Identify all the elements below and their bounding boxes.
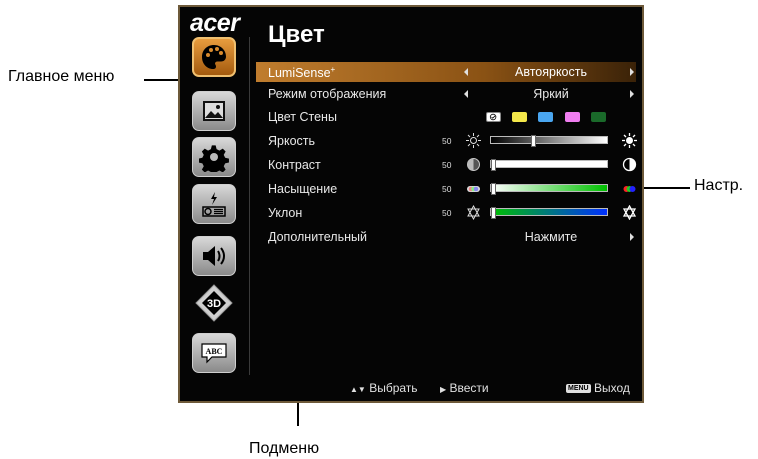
footer-enter-hint: ▶ Ввести xyxy=(440,381,489,395)
row-label: Яркость xyxy=(268,134,316,148)
footer-exit-hint: MENU Выход xyxy=(566,381,630,395)
menu-title: Цвет xyxy=(268,21,325,48)
gear-icon[interactable] xyxy=(192,137,236,177)
row-value: Автояркость xyxy=(514,65,587,79)
wall-color-swatch-white[interactable] xyxy=(486,112,501,122)
slider-knob[interactable] xyxy=(491,207,496,219)
menu-row-saturation[interactable]: Насыщение 50 xyxy=(256,179,636,199)
menu-row-contrast[interactable]: Контраст 50 xyxy=(256,155,637,175)
menu-key-icon: MENU xyxy=(566,384,591,394)
menu-row-display-mode[interactable]: Режим отображения Яркий xyxy=(256,84,636,104)
osd-menu-panel: acer 3D ABC Цвет LumiSense+ Автояркость … xyxy=(178,5,644,403)
right-arrow-icon[interactable] xyxy=(630,233,634,241)
brightness-slider[interactable] xyxy=(490,135,608,147)
right-arrow-icon[interactable] xyxy=(630,68,634,76)
speaker-icon[interactable] xyxy=(192,236,236,276)
slider-fill xyxy=(491,185,607,191)
row-label: Уклон xyxy=(268,206,303,220)
settings-callout: Настр. xyxy=(694,177,744,194)
right-triangle-icon: ▶ xyxy=(440,385,447,394)
palette-icon[interactable] xyxy=(192,37,236,77)
tint-slider[interactable] xyxy=(490,207,608,219)
3d-icon[interactable]: 3D xyxy=(192,283,236,323)
row-value: Яркий xyxy=(533,87,569,101)
saturation-slider[interactable] xyxy=(490,183,608,195)
contrast-low-icon xyxy=(467,158,480,171)
main-menu-callout: Главное меню xyxy=(8,68,115,85)
slider-knob[interactable] xyxy=(530,135,536,147)
row-number: 50 xyxy=(442,160,452,170)
footer-select-hint: ▲▼ Выбрать xyxy=(350,381,418,395)
svg-text:3D: 3D xyxy=(207,298,221,310)
picture-icon[interactable] xyxy=(192,91,236,131)
slider-knob[interactable] xyxy=(491,183,496,195)
row-label: Насыщение xyxy=(268,182,338,196)
wall-color-swatch-yellow[interactable] xyxy=(512,112,527,122)
row-label: Режим отображения xyxy=(268,87,387,101)
up-down-arrows-icon: ▲▼ xyxy=(350,385,366,394)
submenu-callout: Подменю xyxy=(249,440,320,457)
sidebar-divider xyxy=(249,37,250,375)
row-number: 50 xyxy=(442,184,452,194)
right-arrow-icon[interactable] xyxy=(630,90,634,98)
sun-bright-icon xyxy=(622,133,637,148)
saturation-low-icon xyxy=(467,186,480,192)
contrast-high-icon xyxy=(622,157,637,172)
slider-fill xyxy=(491,209,607,215)
projector-power-icon[interactable] xyxy=(192,184,236,224)
row-label: LumiSense+ xyxy=(268,65,336,81)
wall-color-swatch-blue[interactable] xyxy=(538,112,553,122)
slider-fill xyxy=(491,161,607,167)
row-number: 50 xyxy=(442,136,452,146)
tint-low-icon xyxy=(467,205,480,220)
menu-row-tint[interactable]: Уклон 50 xyxy=(256,203,637,223)
row-label: Дополнительный xyxy=(268,230,367,244)
row-number: 50 xyxy=(442,208,452,218)
menu-row-wall-color[interactable]: Цвет Стены xyxy=(256,107,636,127)
left-arrow-icon[interactable] xyxy=(464,90,468,98)
tint-high-icon xyxy=(622,205,637,220)
row-label: Цвет Стены xyxy=(268,110,337,124)
left-arrow-icon[interactable] xyxy=(464,68,468,76)
sun-dim-icon xyxy=(466,133,481,148)
svg-text:ABC: ABC xyxy=(206,347,223,356)
menu-row-brightness[interactable]: Яркость 50 xyxy=(256,131,637,151)
wall-color-swatch-pink[interactable] xyxy=(565,112,580,122)
acer-logo: acer xyxy=(190,9,240,37)
saturation-high-icon xyxy=(623,186,636,192)
wall-color-swatch-green[interactable] xyxy=(591,112,606,122)
language-abc-icon[interactable]: ABC xyxy=(192,333,236,373)
row-value: Нажмите xyxy=(524,230,578,244)
menu-row-advanced[interactable]: Дополнительный Нажмите xyxy=(256,227,636,247)
check-icon xyxy=(489,113,497,121)
row-label: Контраст xyxy=(268,158,321,172)
menu-row-lumisense[interactable]: LumiSense+ Автояркость xyxy=(256,62,636,82)
slider-fill xyxy=(491,137,607,143)
contrast-slider[interactable] xyxy=(490,159,608,171)
slider-knob[interactable] xyxy=(491,159,496,171)
